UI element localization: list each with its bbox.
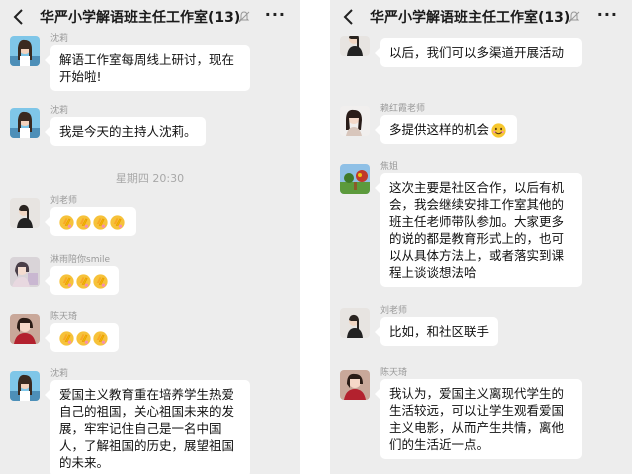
message-bubble[interactable]: 我认为，爱国主义离现代学生的生活较远，可以让学生观看爱国主义电影，从而产生共情，… xyxy=(375,379,582,459)
chat-title: 华严小学解语班主任工作室(13) xyxy=(40,10,241,26)
chat-header: 华严小学解语班主任工作室(13) ··· xyxy=(0,0,300,34)
timestamp: 星期四 20:30 xyxy=(115,172,185,185)
message-bubble[interactable]: 这次主要是社区合作，以后有机会，我会继续安排工作室其他的班主任老师带队参加。大家… xyxy=(375,173,582,287)
sender-name: 沈莉 xyxy=(50,34,69,44)
emoji-bubble[interactable] xyxy=(45,323,119,352)
chat-screen-left: 华严小学解语班主任工作室(13) ··· 沈莉 解语工作室每周线上研讨，现在开始… xyxy=(0,0,300,474)
smile-emoji-icon xyxy=(491,123,506,138)
emoji-bubble[interactable] xyxy=(45,266,119,295)
avatar[interactable] xyxy=(10,36,40,66)
avatar[interactable] xyxy=(340,164,370,194)
avatar[interactable] xyxy=(340,370,370,400)
message-bubble[interactable]: 解语工作室每周线上研讨，现在开始啦! xyxy=(45,45,250,91)
more-dots-icon[interactable]: ··· xyxy=(597,5,618,24)
avatar[interactable] xyxy=(10,198,40,228)
sender-name: 陈天琦 xyxy=(50,312,78,322)
mute-bell-icon xyxy=(568,11,580,23)
avatar[interactable] xyxy=(10,371,40,401)
chat-header: 华严小学解语班主任工作室(13) ··· xyxy=(330,0,632,34)
clap-emoji-icon xyxy=(93,215,108,230)
back-arrow-icon[interactable] xyxy=(10,7,28,27)
chat-screen-right: 华严小学解语班主任工作室(13) ··· 以后，我们可以多渠道开展活动 赖红霞老… xyxy=(330,0,632,474)
avatar[interactable] xyxy=(340,36,370,56)
avatar[interactable] xyxy=(340,308,370,338)
sender-name: 沈莉 xyxy=(50,106,69,116)
avatar[interactable] xyxy=(10,314,40,344)
sender-name: 焦姐 xyxy=(380,162,399,172)
sender-name: 刘老师 xyxy=(50,196,78,206)
clap-emoji-icon xyxy=(110,215,125,230)
message-bubble[interactable]: 以后，我们可以多渠道开展活动 xyxy=(375,38,582,67)
back-arrow-icon[interactable] xyxy=(340,7,358,27)
clap-emoji-icon xyxy=(59,331,74,346)
clap-emoji-icon xyxy=(76,331,91,346)
sender-name: 赖红霞老师 xyxy=(380,104,426,114)
clap-emoji-icon xyxy=(93,274,108,289)
clap-emoji-icon xyxy=(76,215,91,230)
chat-title: 华严小学解语班主任工作室(13) xyxy=(370,10,571,26)
clap-emoji-icon xyxy=(59,215,74,230)
message-text: 多提供这样的机会 xyxy=(389,122,490,137)
avatar[interactable] xyxy=(10,257,40,287)
sender-name: 沈莉 xyxy=(50,369,69,379)
emoji-bubble[interactable] xyxy=(45,207,136,236)
message-bubble[interactable]: 比如，和社区联手 xyxy=(374,317,499,346)
mute-bell-icon xyxy=(238,11,250,23)
avatar[interactable] xyxy=(340,106,370,136)
message-bubble[interactable]: 我是今天的主持人沈莉。 xyxy=(45,117,206,146)
sender-name: 陈天琦 xyxy=(380,368,408,378)
sender-name: 刘老师 xyxy=(380,306,408,316)
clap-emoji-icon xyxy=(93,331,108,346)
sender-name: 淋雨陪你smile xyxy=(50,255,110,265)
clap-emoji-icon xyxy=(59,274,74,289)
clap-emoji-icon xyxy=(76,274,91,289)
message-bubble[interactable]: 多提供这样的机会 xyxy=(374,115,518,144)
message-bubble[interactable]: 爱国主义教育重在培养学生热爱自己的祖国，关心祖国未来的发展，牢牢记住自己是一名中… xyxy=(45,380,250,474)
avatar[interactable] xyxy=(10,108,40,138)
more-dots-icon[interactable]: ··· xyxy=(265,5,286,24)
